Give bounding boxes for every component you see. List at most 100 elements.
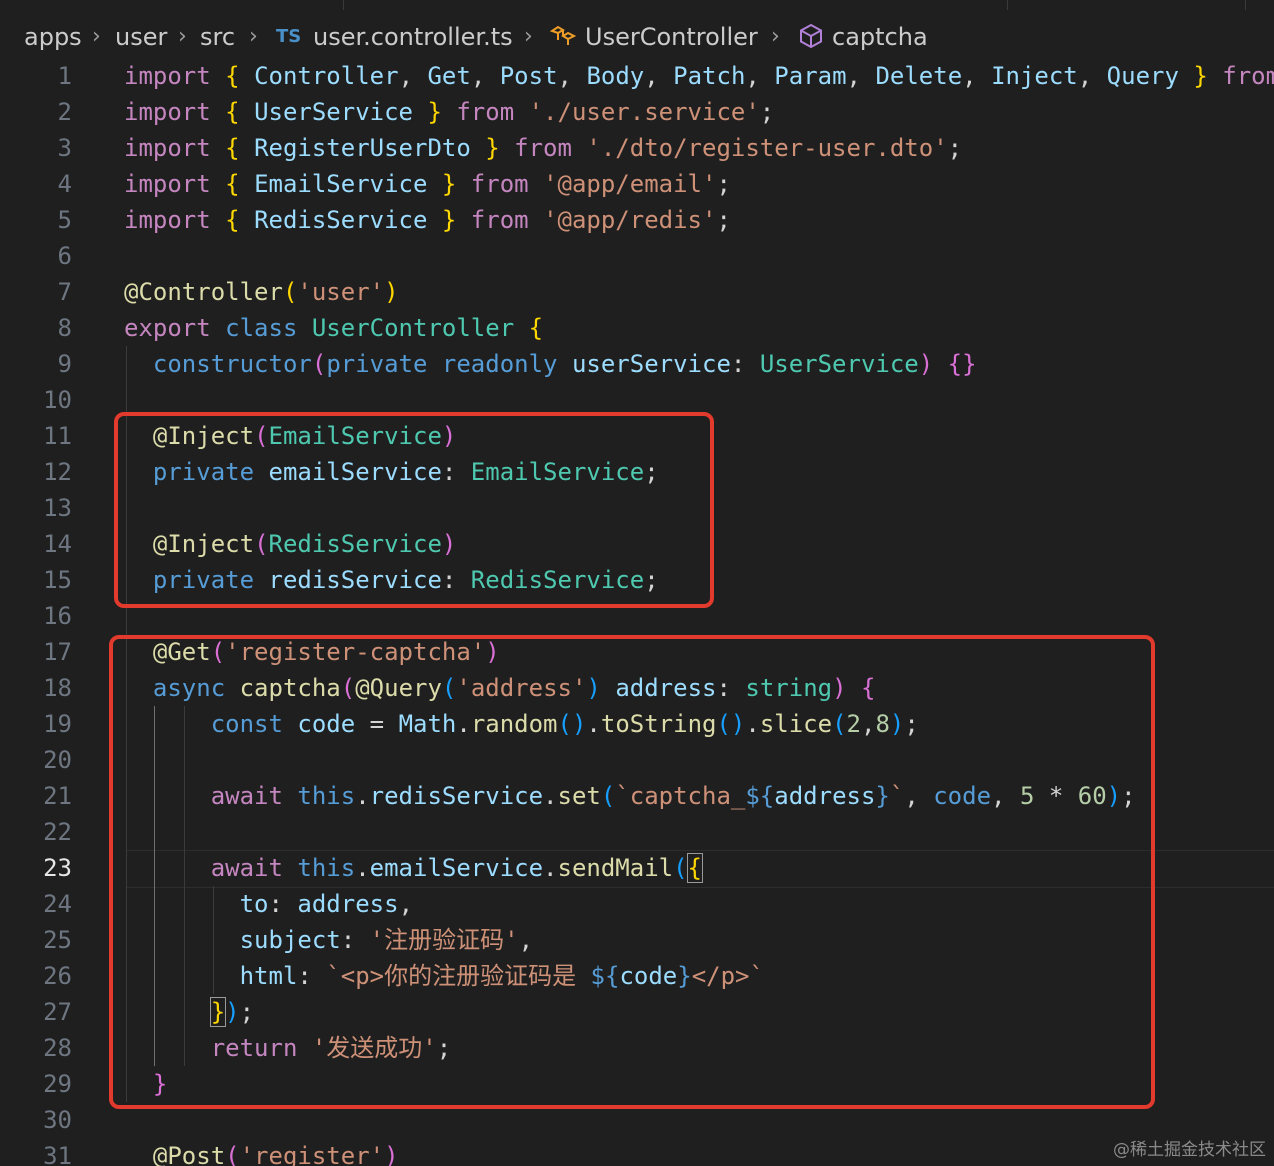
code-line[interactable]: 6	[0, 238, 1274, 274]
line-number: 6	[57, 242, 72, 270]
code-token: ;	[716, 170, 731, 198]
class-symbol-icon	[549, 22, 577, 59]
code-token: from	[456, 206, 544, 234]
line-number: 25	[43, 926, 72, 954]
line-number: 21	[43, 782, 72, 810]
code-token: './dto/register-user.dto'	[586, 134, 948, 162]
code-token: )	[384, 278, 399, 306]
tab-divider	[1245, 0, 1246, 10]
line-number: 23	[43, 854, 72, 882]
code-token: }	[441, 206, 457, 234]
code-token: }	[485, 134, 500, 162]
code-token: import	[124, 206, 226, 234]
code-token: ,	[398, 62, 428, 90]
code-token: from	[499, 134, 587, 162]
code-token: ,	[644, 62, 674, 90]
code-token: ,	[745, 62, 775, 90]
code-token: ,	[1077, 62, 1107, 90]
code-token: {	[225, 134, 255, 162]
line-number: 15	[43, 566, 72, 594]
code-token: ;	[759, 98, 775, 126]
chevron-right-icon: ›	[178, 24, 187, 49]
code-line[interactable]: 1 import { Controller, Get, Post, Body, P…	[0, 58, 1274, 94]
code-text: @Controller('user')	[124, 274, 399, 310]
breadcrumb-class[interactable]: UserController	[585, 20, 758, 54]
code-token: class	[225, 314, 312, 342]
code-token: import	[124, 134, 226, 162]
code-token: ;	[947, 134, 963, 162]
line-number: 9	[57, 350, 72, 378]
line-number: 12	[43, 458, 72, 486]
code-line[interactable]: 31 @Post('register')	[0, 1138, 1274, 1166]
code-token: from	[1207, 62, 1274, 90]
code-token: )	[384, 1142, 399, 1166]
code-token: {}	[947, 350, 977, 378]
line-number: 4	[57, 170, 72, 198]
code-token: import	[124, 98, 226, 126]
code-text: import { UserService } from './user.serv…	[124, 94, 774, 130]
code-line[interactable]: 5 import { RedisService } from '@app/redi…	[0, 202, 1274, 238]
breadcrumb-file[interactable]: user.controller.ts	[313, 20, 513, 54]
line-number: 19	[43, 710, 72, 738]
breadcrumb-user[interactable]: user	[115, 20, 167, 54]
code-token: (	[225, 1142, 240, 1166]
code-token: UserService	[254, 98, 428, 126]
line-number: 24	[43, 890, 72, 918]
code-token: {	[225, 62, 255, 90]
code-text: import { Controller, Get, Post, Body, Pa…	[124, 58, 1274, 94]
code-token: import	[124, 170, 226, 198]
code-token: ,	[962, 62, 992, 90]
code-token: Patch	[673, 62, 746, 90]
code-text: @Post('register')	[124, 1138, 399, 1166]
code-token: RedisService	[254, 206, 442, 234]
code-token: ;	[716, 206, 731, 234]
code-token: export	[124, 314, 226, 342]
code-line[interactable]: 7 @Controller('user')	[0, 274, 1274, 310]
code-line[interactable]: 8 export class UserController {	[0, 310, 1274, 346]
code-token: Inject	[991, 62, 1078, 90]
code-token: readonly	[441, 350, 572, 378]
line-number: 18	[43, 674, 72, 702]
line-number: 20	[43, 746, 72, 774]
line-number: 28	[43, 1034, 72, 1062]
line-number: 3	[57, 134, 72, 162]
code-text: constructor(private readonly userService…	[124, 346, 977, 382]
code-token: Body	[586, 62, 645, 90]
breadcrumb-src[interactable]: src	[200, 20, 235, 54]
code-line[interactable]: 9 constructor(private readonly userServi…	[0, 346, 1274, 382]
line-number: 10	[43, 386, 72, 414]
line-number: 31	[43, 1142, 72, 1166]
line-number: 27	[43, 998, 72, 1026]
line-number: 8	[57, 314, 72, 342]
code-token: private	[326, 350, 442, 378]
method-symbol-icon	[797, 22, 825, 59]
code-line[interactable]: 3 import { RegisterUserDto } from './dto/…	[0, 130, 1274, 166]
code-token: }	[441, 170, 457, 198]
code-token: UserService	[759, 350, 919, 378]
code-token: UserController	[311, 314, 529, 342]
breadcrumb-apps[interactable]: apps	[24, 20, 82, 54]
code-token: userService	[571, 350, 731, 378]
code-line[interactable]: 4 import { EmailService } from '@app/emai…	[0, 166, 1274, 202]
code-token: @Post	[152, 1142, 226, 1166]
highlight-box-injected-services	[114, 412, 714, 608]
code-token: from	[456, 170, 544, 198]
line-number: 26	[43, 962, 72, 990]
line-number: 29	[43, 1070, 72, 1098]
chevron-right-icon: ›	[249, 24, 258, 49]
watermark: @稀土掘金技术社区	[1113, 1140, 1266, 1160]
line-number: 11	[43, 422, 72, 450]
code-editor[interactable]: 1 import { Controller, Get, Post, Body, P…	[0, 58, 1274, 1166]
line-number: 17	[43, 638, 72, 666]
chevron-right-icon: ›	[771, 24, 780, 49]
code-token: Query	[1106, 62, 1194, 90]
breadcrumb-method[interactable]: captcha	[832, 20, 928, 54]
code-token: constructor	[152, 350, 312, 378]
tab-divider	[1007, 0, 1008, 10]
code-text: export class UserController {	[124, 310, 543, 346]
code-token: 'register'	[239, 1142, 385, 1166]
code-token: '@app/redis'	[543, 206, 717, 234]
code-line[interactable]: 2 import { UserService } from './user.ser…	[0, 94, 1274, 130]
code-token: from	[441, 98, 529, 126]
